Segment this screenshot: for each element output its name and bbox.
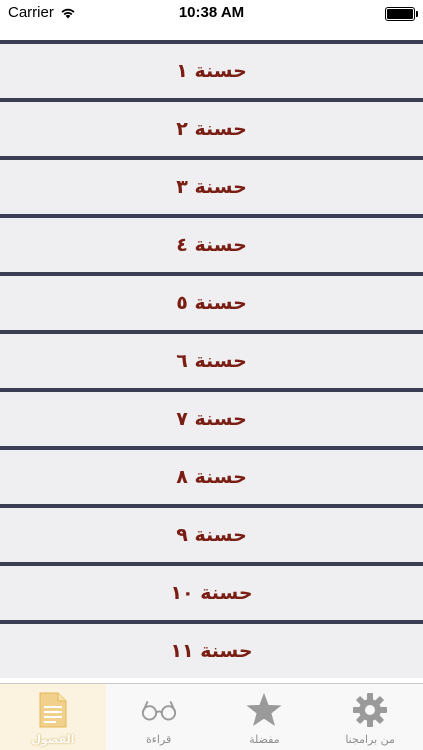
gear-icon <box>351 691 389 729</box>
tab-label: الفصول <box>31 733 75 746</box>
list-item-label: حسنة ٤ <box>176 234 247 256</box>
list-item[interactable]: حسنة ٩ <box>0 504 423 562</box>
list-item-label: حسنة ٨ <box>176 466 247 488</box>
document-icon <box>34 691 72 729</box>
tab-chapters[interactable]: الفصول <box>0 684 106 750</box>
list-item-label: حسنة ٥ <box>176 292 247 314</box>
star-icon <box>245 691 283 729</box>
list-item-label: حسنة ١ <box>176 60 247 82</box>
tab-bar: الفصول قراءة مفضلة من برامجنا <box>0 683 423 750</box>
list-item-label: حسنة ٢ <box>176 118 247 140</box>
list-item-label: حسنة ١١ <box>170 640 253 662</box>
list-item-label: حسنة ١٠ <box>170 582 253 604</box>
status-bar: Carrier 10:38 AM <box>0 0 423 28</box>
list-item[interactable]: حسنة ٨ <box>0 446 423 504</box>
list-item[interactable]: حسنة ١٠ <box>0 562 423 620</box>
status-time: 10:38 AM <box>178 4 245 21</box>
tab-our-apps[interactable]: من برامجنا <box>317 684 423 750</box>
list-item-label: حسنة ٦ <box>176 350 247 372</box>
list-item[interactable]: حسنة ٣ <box>0 156 423 214</box>
list-item[interactable]: حسنة ٥ <box>0 272 423 330</box>
list-item[interactable]: حسنة ٧ <box>0 388 423 446</box>
chapter-list: حسنة ١ حسنة ٢ حسنة ٣ حسنة ٤ حسنة ٥ حسنة … <box>0 40 423 678</box>
list-item[interactable]: حسنة ١١ <box>0 620 423 678</box>
list-item-label: حسنة ٣ <box>176 176 247 198</box>
list-item[interactable]: حسنة ٢ <box>0 98 423 156</box>
list-item[interactable]: حسنة ٦ <box>0 330 423 388</box>
tab-favorites[interactable]: مفضلة <box>212 684 318 750</box>
list-item-label: حسنة ٩ <box>176 524 247 546</box>
battery-icon <box>385 7 418 21</box>
tab-label: قراءة <box>145 733 172 746</box>
tab-label: مفضلة <box>249 733 280 746</box>
list-item[interactable]: حسنة ١ <box>0 40 423 98</box>
tab-reading[interactable]: قراءة <box>106 684 212 750</box>
glasses-icon <box>140 691 178 729</box>
list-item-label: حسنة ٧ <box>176 408 247 430</box>
tab-label: من برامجنا <box>345 733 395 746</box>
list-item[interactable]: حسنة ٤ <box>0 214 423 272</box>
